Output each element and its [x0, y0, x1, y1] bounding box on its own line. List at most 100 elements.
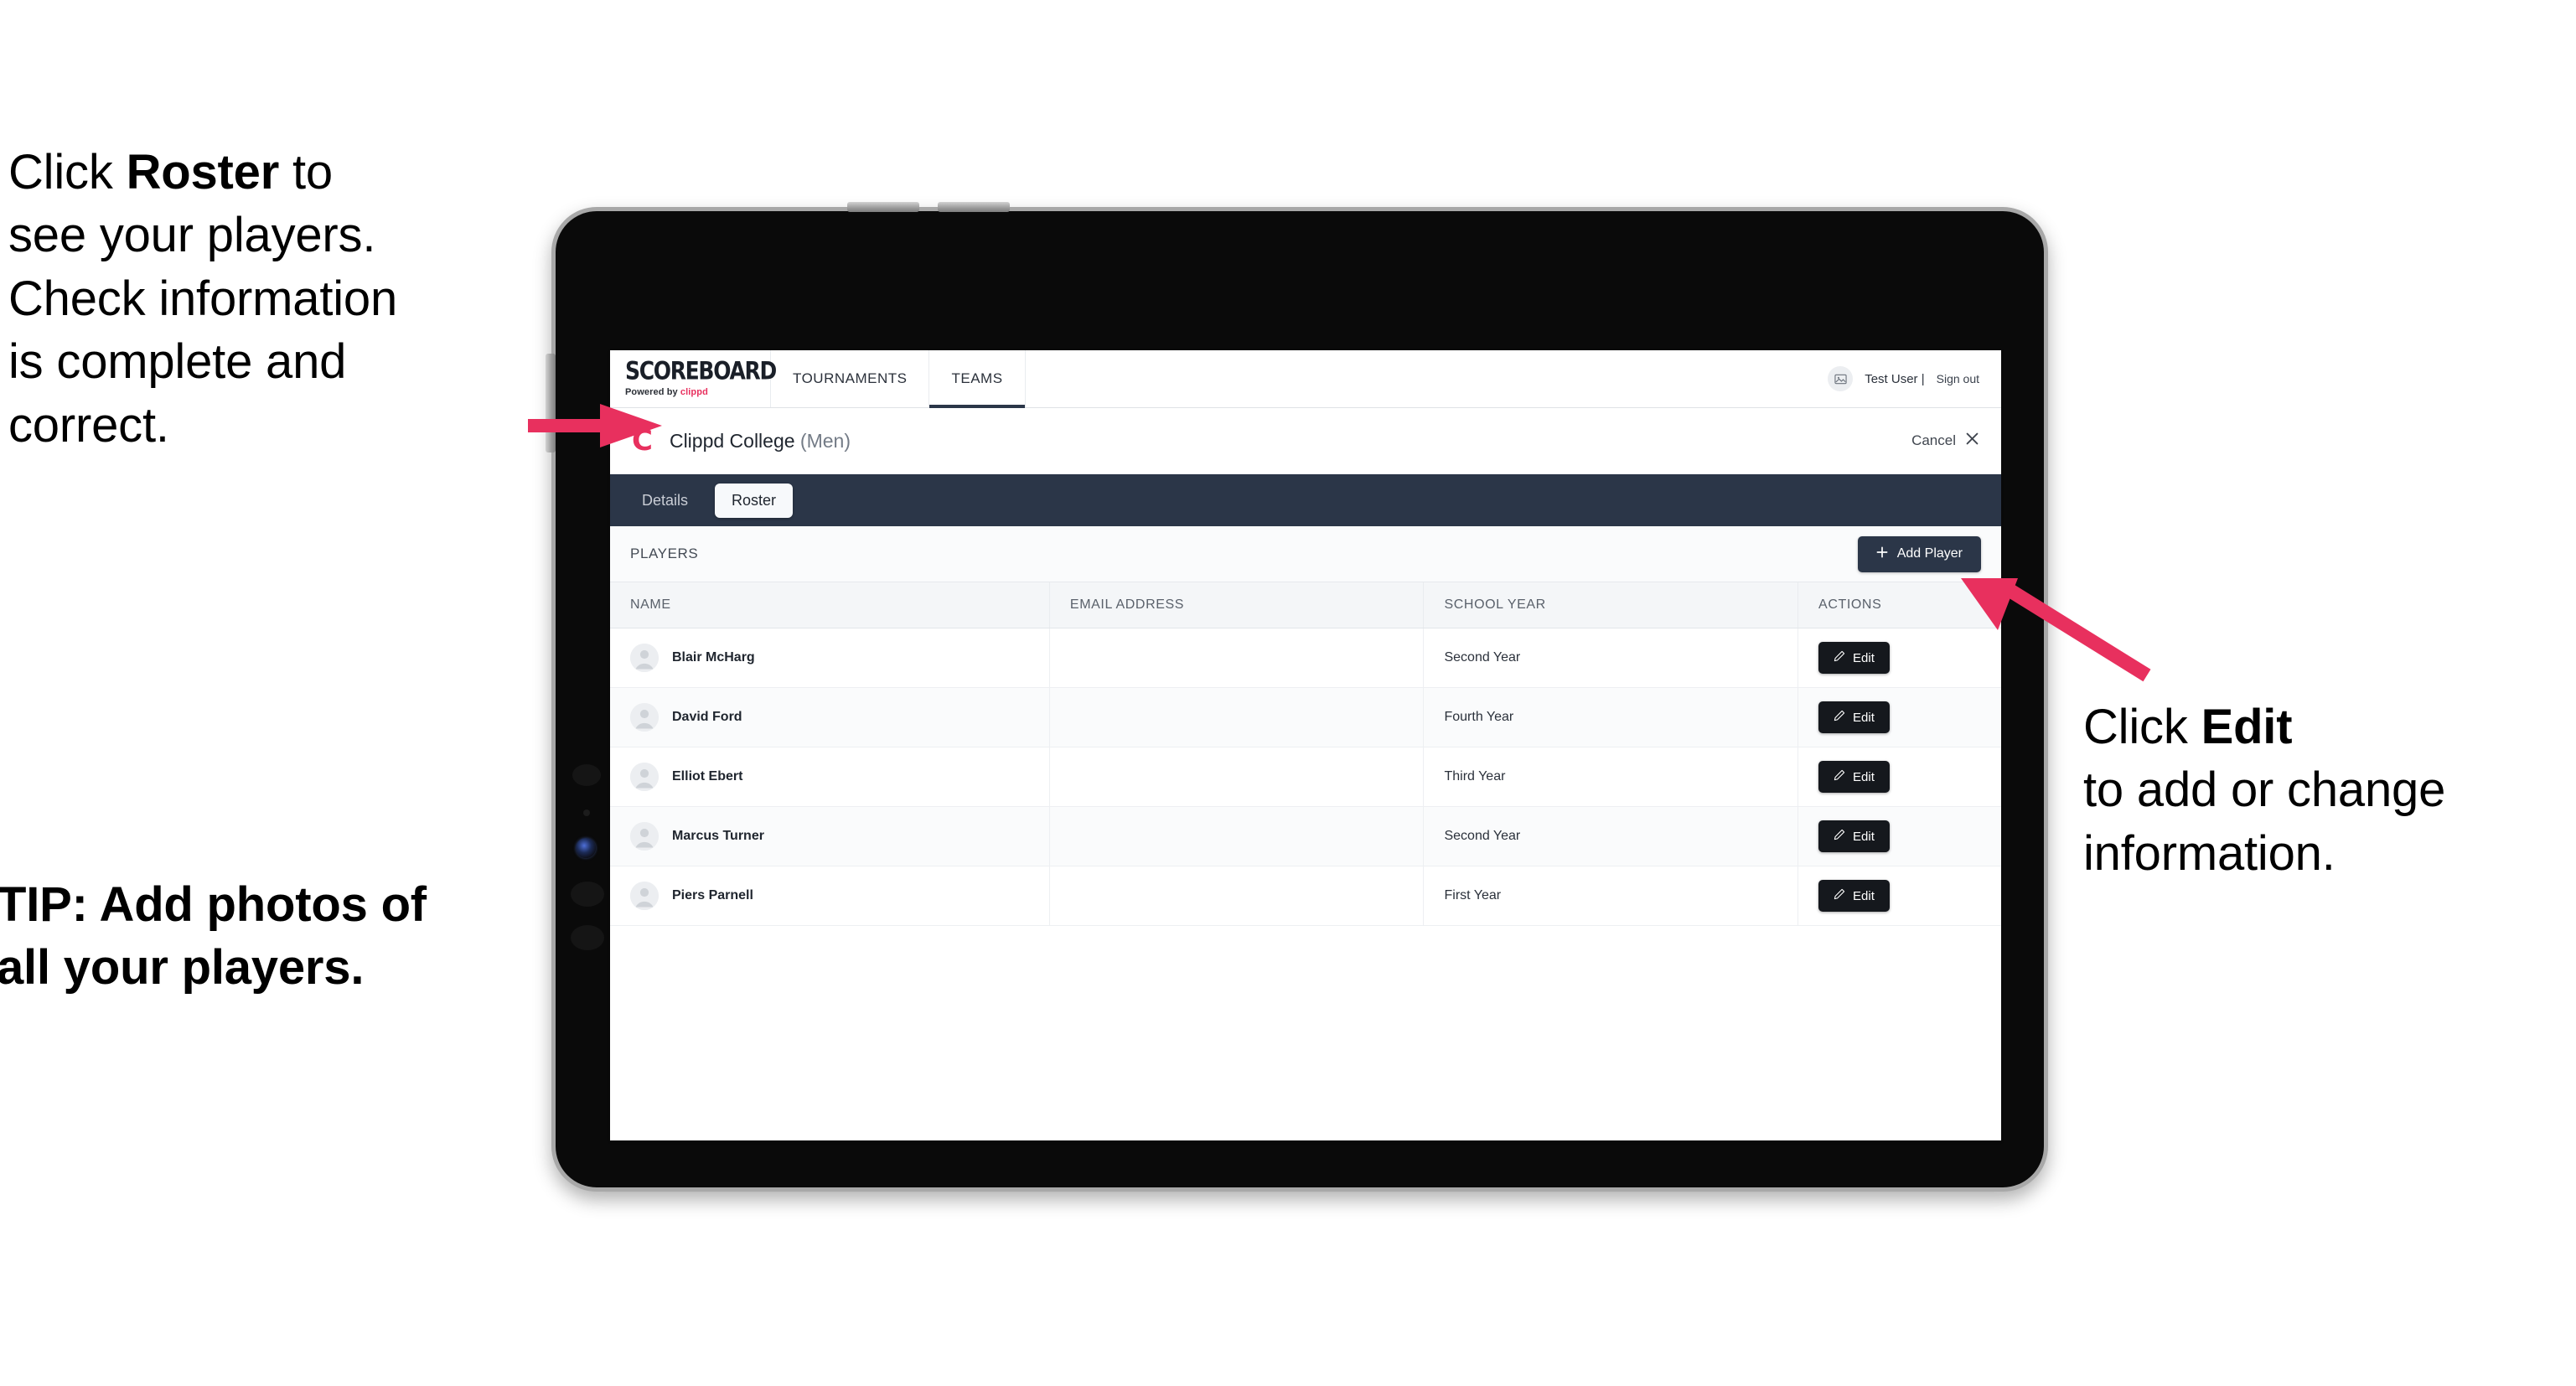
team-name-text: Clippd College [669, 429, 795, 452]
person-avatar-icon [630, 703, 659, 732]
callout-edit-emphasis: Edit [2201, 700, 2293, 754]
cell-actions: Edit [1798, 866, 2001, 926]
cell-email-address [1049, 628, 1425, 688]
topbar-user-area: Test User | Sign out [1828, 350, 2001, 407]
bezel-speaker-dot [572, 764, 601, 786]
pencil-icon [1834, 650, 1845, 665]
callout-tip-photos: TIP: Add photos of all your players. [0, 877, 427, 996]
pencil-icon [1834, 710, 1845, 725]
tab-roster[interactable]: Roster [715, 483, 794, 518]
close-icon [1965, 432, 1979, 450]
edit-button[interactable]: Edit [1818, 880, 1890, 912]
table-row: Elliot Ebert Third Year Edit [610, 747, 2001, 807]
power-button[interactable] [546, 354, 556, 453]
edit-label: Edit [1853, 888, 1875, 903]
school-year-label: Third Year [1444, 769, 1506, 784]
table-row: Piers Parnell First Year Edit [610, 866, 2001, 926]
cell-email-address [1049, 687, 1425, 747]
volume-down-button[interactable] [938, 202, 1010, 212]
topnav-item-tournaments[interactable]: TOURNAMENTS [771, 350, 930, 407]
team-name-title: Clippd College (Men) [670, 430, 851, 453]
person-avatar-icon [630, 763, 659, 791]
edit-label: Edit [1853, 710, 1875, 725]
callout-roster-prefix: Click [8, 145, 127, 199]
column-header-name: NAME [610, 582, 1050, 628]
pencil-icon [1834, 829, 1845, 844]
cell-school-year: Third Year [1423, 747, 1799, 807]
column-header-actions: ACTIONS [1798, 582, 2001, 628]
cell-school-year: Fourth Year [1423, 687, 1799, 747]
bezel-speaker-dot [571, 925, 604, 950]
broken-image-icon[interactable] [1828, 366, 1854, 391]
school-year-label: Second Year [1444, 829, 1521, 843]
edit-label: Edit [1853, 829, 1875, 844]
cell-player-name: Elliot Ebert [610, 747, 1050, 807]
edit-button[interactable]: Edit [1818, 642, 1890, 674]
sign-out-link[interactable]: Sign out [1937, 372, 1979, 385]
cancel-button[interactable]: Cancel [1911, 432, 1979, 450]
cell-school-year: Second Year [1423, 628, 1799, 688]
cancel-label: Cancel [1911, 432, 1956, 448]
player-name-label: Elliot Ebert [672, 769, 743, 784]
callout-roster-instruction: Click Roster to see your players. Check … [8, 141, 545, 457]
user-name-label: Test User | [1865, 371, 1925, 386]
table-row: David Ford Fourth Year Edit [610, 687, 2001, 747]
cell-actions: Edit [1798, 687, 2001, 747]
add-player-label: Add Player [1896, 546, 1963, 561]
person-avatar-icon [630, 644, 659, 672]
topnav-item-teams[interactable]: TEAMS [929, 350, 1026, 408]
column-header-school-year: SCHOOL YEAR [1423, 582, 1799, 628]
front-camera-icon [576, 838, 596, 858]
player-name-label: Piers Parnell [672, 888, 753, 902]
edit-button[interactable]: Edit [1818, 820, 1890, 852]
cell-player-name: Piers Parnell [610, 866, 1050, 926]
add-player-button[interactable]: Add Player [1857, 535, 1981, 572]
cell-email-address [1049, 747, 1425, 807]
volume-up-button[interactable] [847, 202, 919, 212]
players-toolbar: PLAYERS Add Player [610, 526, 2001, 582]
team-tab-strip: Details Roster [610, 474, 2001, 526]
pencil-icon [1834, 888, 1845, 903]
plus-icon [1876, 546, 1888, 562]
cell-player-name: Blair McHarg [610, 628, 1050, 688]
team-gender-suffix: (Men) [794, 429, 851, 452]
cell-school-year: First Year [1423, 866, 1799, 926]
edit-button[interactable]: Edit [1818, 761, 1890, 793]
callout-edit-suffix: to add or change information. [2083, 763, 2446, 881]
column-header-email-address: EMAIL ADDRESS [1049, 582, 1425, 628]
powered-by-prefix: Powered by [625, 387, 680, 397]
tablet-screen: SCOREBOARD Powered by clippd TOURNAMENTS… [610, 350, 2001, 1140]
edit-label: Edit [1853, 650, 1875, 665]
cell-player-name: Marcus Turner [610, 806, 1050, 866]
person-avatar-icon [630, 882, 659, 910]
table-header-row: NAME EMAIL ADDRESS SCHOOL YEAR ACTIONS [610, 582, 2001, 628]
cell-email-address [1049, 806, 1425, 866]
bezel-speaker-dot [571, 882, 604, 907]
players-section-label: PLAYERS [630, 546, 699, 561]
brand-logo[interactable]: SCOREBOARD Powered by clippd [610, 350, 777, 407]
clippd-c-logo-icon: C [632, 424, 653, 458]
pencil-icon [1834, 769, 1845, 784]
callout-edit-instruction: Click Edit to add or change information. [2083, 696, 2569, 885]
team-header: C Clippd College (Men) Cancel [610, 408, 2001, 474]
tab-details[interactable]: Details [625, 484, 705, 518]
table-row: Blair McHarg Second Year Edit [610, 628, 2001, 688]
tablet-device-frame: SCOREBOARD Powered by clippd TOURNAMENTS… [546, 202, 2048, 1192]
table-row: Marcus Turner Second Year Edit [610, 806, 2001, 866]
cell-actions: Edit [1798, 628, 2001, 688]
roster-table: NAME EMAIL ADDRESS SCHOOL YEAR ACTIONS B… [610, 582, 2001, 926]
edit-button[interactable]: Edit [1818, 701, 1890, 733]
person-avatar-icon [630, 822, 659, 851]
brand-powered-by: Powered by clippd [625, 387, 770, 397]
edit-label: Edit [1853, 769, 1875, 784]
cell-school-year: Second Year [1423, 806, 1799, 866]
school-year-label: Fourth Year [1444, 710, 1514, 724]
app-top-navigation-bar: SCOREBOARD Powered by clippd TOURNAMENTS… [610, 350, 2001, 408]
player-name-label: Blair McHarg [672, 650, 755, 665]
clippd-wordmark: clippd [680, 387, 708, 397]
player-name-label: Marcus Turner [672, 829, 764, 843]
cell-player-name: David Ford [610, 687, 1050, 747]
callout-roster-emphasis: Roster [126, 145, 280, 199]
school-year-label: First Year [1444, 888, 1502, 902]
cell-email-address [1049, 866, 1425, 926]
